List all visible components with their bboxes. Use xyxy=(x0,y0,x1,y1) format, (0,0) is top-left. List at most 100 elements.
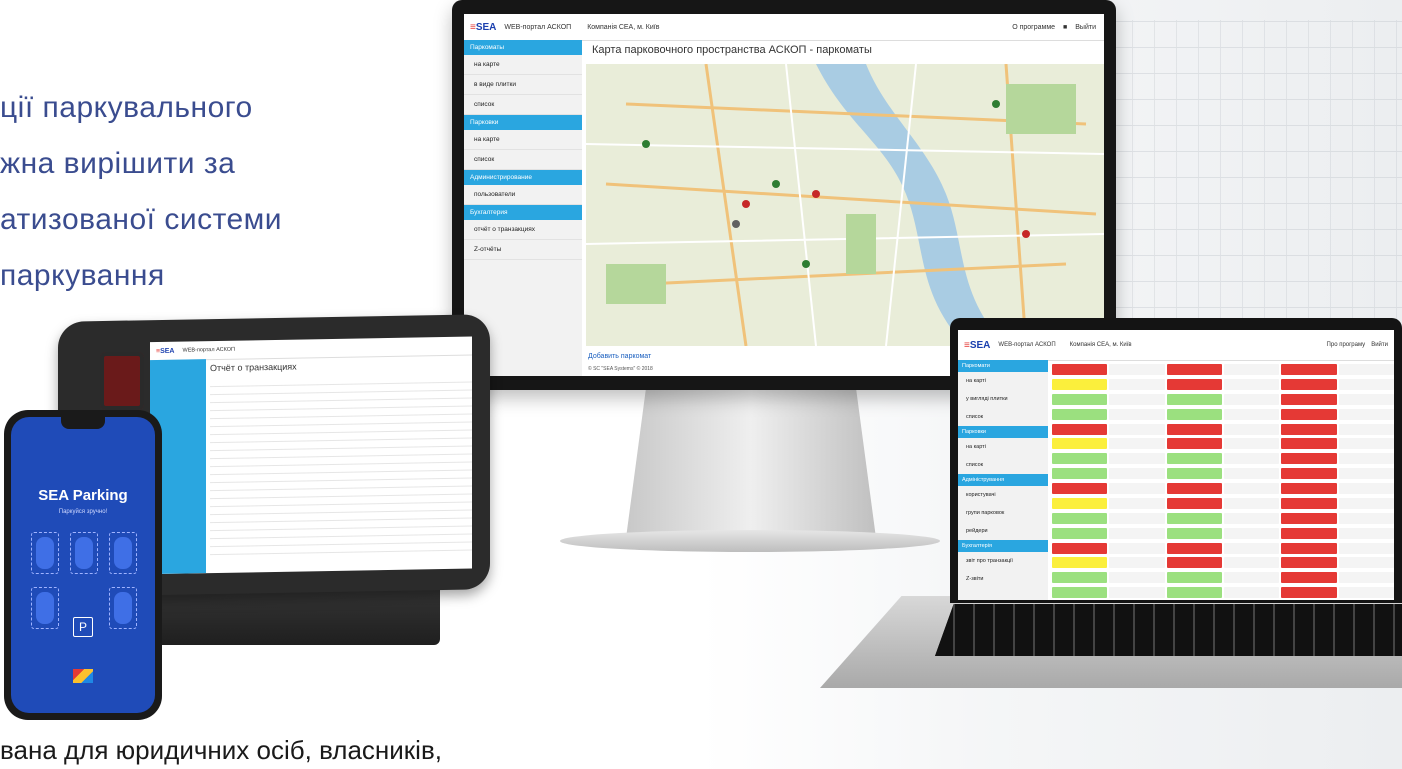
parkomat-tile[interactable] xyxy=(1223,453,1280,465)
parkomat-tile[interactable] xyxy=(1338,587,1394,599)
parkomat-tile[interactable] xyxy=(1338,572,1394,584)
parkomat-tile[interactable] xyxy=(1223,527,1280,539)
sidebar-item-parking-map[interactable]: на карте xyxy=(464,130,582,150)
parkomat-tile[interactable] xyxy=(1166,408,1222,420)
parkomat-tile[interactable] xyxy=(1281,572,1337,584)
parkomat-tile[interactable] xyxy=(1052,587,1108,599)
parkomat-tile[interactable] xyxy=(1223,423,1280,435)
parkomat-tile[interactable] xyxy=(1338,438,1394,450)
sidebar-item-raiders[interactable]: рейдери xyxy=(958,522,1048,540)
parkomat-tile[interactable] xyxy=(1052,468,1108,480)
user-icon[interactable]: ■ xyxy=(1063,24,1067,31)
parkomat-tile[interactable] xyxy=(1052,557,1108,569)
parkomat-tile[interactable] xyxy=(1338,453,1394,465)
sidebar-item-list[interactable]: список xyxy=(464,95,582,115)
parkomat-tile[interactable] xyxy=(1281,408,1337,420)
parkomat-tile[interactable] xyxy=(1338,557,1394,569)
add-parkomat-link[interactable]: Добавить паркомат xyxy=(588,353,651,360)
parkomat-tile[interactable] xyxy=(1223,408,1280,420)
parkomat-tile[interactable] xyxy=(1223,438,1280,450)
parkomat-tile[interactable] xyxy=(1052,512,1108,524)
parkomat-tile[interactable] xyxy=(1338,378,1394,390)
parkomat-tile[interactable] xyxy=(1223,512,1280,524)
parkomat-tile[interactable] xyxy=(1338,497,1394,509)
parkomat-tile[interactable] xyxy=(1281,378,1337,390)
city-map[interactable] xyxy=(586,64,1104,346)
parkomat-tile[interactable] xyxy=(1281,512,1337,524)
parkomat-tile[interactable] xyxy=(1052,572,1108,584)
sidebar-item-z-reports[interactable]: Z-звіти xyxy=(958,570,1048,588)
parkomat-tile[interactable] xyxy=(1338,468,1394,480)
parkomat-tile[interactable] xyxy=(1109,512,1165,524)
sidebar-item-map[interactable]: на карте xyxy=(464,55,582,75)
parkomat-tile[interactable] xyxy=(1052,378,1108,390)
parkomat-tile[interactable] xyxy=(1281,393,1337,405)
sidebar-item-parking-map[interactable]: на карті xyxy=(958,438,1048,456)
parkomat-tile[interactable] xyxy=(1338,483,1394,494)
sidebar-item-transactions[interactable]: звіт про транзакції xyxy=(958,552,1048,570)
parkomat-tile[interactable] xyxy=(1166,557,1222,569)
logout-link[interactable]: Выйти xyxy=(1075,24,1096,31)
parkomat-tile[interactable] xyxy=(1223,483,1280,494)
parkomat-tile[interactable] xyxy=(1281,587,1337,599)
parkomat-tile[interactable] xyxy=(1338,393,1394,405)
logout-link[interactable]: Вийти xyxy=(1371,342,1388,348)
sidebar-item-parking-groups[interactable]: групи парковок xyxy=(958,504,1048,522)
parkomat-tile[interactable] xyxy=(1109,393,1165,405)
parkomat-tile[interactable] xyxy=(1166,364,1222,375)
sidebar-item-tiles[interactable]: у вигляді плитки xyxy=(958,390,1048,408)
sidebar-item-z-reports[interactable]: Z-отчёты xyxy=(464,240,582,260)
parkomat-tile[interactable] xyxy=(1166,572,1222,584)
sidebar-item-map[interactable]: на карті xyxy=(958,372,1048,390)
parkomat-tile[interactable] xyxy=(1052,393,1108,405)
parkomat-tile[interactable] xyxy=(1166,542,1222,554)
parkomat-tile[interactable] xyxy=(1281,527,1337,539)
parkomat-tile[interactable] xyxy=(1281,483,1337,494)
parkomat-tile[interactable] xyxy=(1223,378,1280,390)
parkomat-tile[interactable] xyxy=(1223,468,1280,480)
parkomat-tile[interactable] xyxy=(1338,527,1394,539)
parkomat-tile[interactable] xyxy=(1109,557,1165,569)
parkomat-tile[interactable] xyxy=(1052,483,1108,494)
parkomat-tile[interactable] xyxy=(1281,557,1337,569)
parkomat-tile[interactable] xyxy=(1109,483,1165,494)
parkomat-tile[interactable] xyxy=(1166,378,1222,390)
parkomat-tile[interactable] xyxy=(1109,572,1165,584)
parkomat-tile[interactable] xyxy=(1052,542,1108,554)
sidebar-item-parking-list[interactable]: список xyxy=(958,456,1048,474)
parkomat-tile[interactable] xyxy=(1052,438,1108,450)
sidebar-item-users[interactable]: користувачі xyxy=(958,486,1048,504)
parkomat-tile[interactable] xyxy=(1052,527,1108,539)
parkomat-tile[interactable] xyxy=(1338,423,1394,435)
parkomat-tile[interactable] xyxy=(1166,423,1222,435)
parkomat-tile[interactable] xyxy=(1109,587,1165,599)
parkomat-tile[interactable] xyxy=(1338,512,1394,524)
parkomat-tile[interactable] xyxy=(1166,587,1222,599)
parkomat-tile[interactable] xyxy=(1223,497,1280,509)
parkomat-tile[interactable] xyxy=(1109,423,1165,435)
about-link[interactable]: Про програму xyxy=(1327,342,1366,348)
sidebar-item-tiles[interactable]: в виде плитки xyxy=(464,75,582,95)
parkomat-tile[interactable] xyxy=(1223,572,1280,584)
parkomat-tile[interactable] xyxy=(1281,364,1337,375)
sidebar-item-list[interactable]: список xyxy=(958,408,1048,426)
parkomat-tile[interactable] xyxy=(1166,438,1222,450)
parkomat-tile[interactable] xyxy=(1109,542,1165,554)
parkomat-tile[interactable] xyxy=(1166,497,1222,509)
parkomat-tile[interactable] xyxy=(1109,438,1165,450)
parkomat-tile[interactable] xyxy=(1338,408,1394,420)
parkomat-tile[interactable] xyxy=(1052,364,1108,375)
parkomat-tile[interactable] xyxy=(1109,453,1165,465)
sidebar-item-users[interactable]: пользователи xyxy=(464,185,582,205)
parkomat-tile[interactable] xyxy=(1166,393,1222,405)
parkomat-tile[interactable] xyxy=(1166,527,1222,539)
parkomat-tile[interactable] xyxy=(1281,438,1337,450)
parkomat-tile[interactable] xyxy=(1223,364,1280,375)
parkomat-tile[interactable] xyxy=(1109,527,1165,539)
sidebar-item-transactions[interactable]: отчёт о транзакциях xyxy=(464,220,582,240)
parkomat-tile[interactable] xyxy=(1109,364,1165,375)
parkomat-tile[interactable] xyxy=(1166,512,1222,524)
parkomat-tile[interactable] xyxy=(1223,542,1280,554)
sea-logo[interactable]: ≡SEA xyxy=(156,347,175,354)
parkomat-tile[interactable] xyxy=(1281,542,1337,554)
